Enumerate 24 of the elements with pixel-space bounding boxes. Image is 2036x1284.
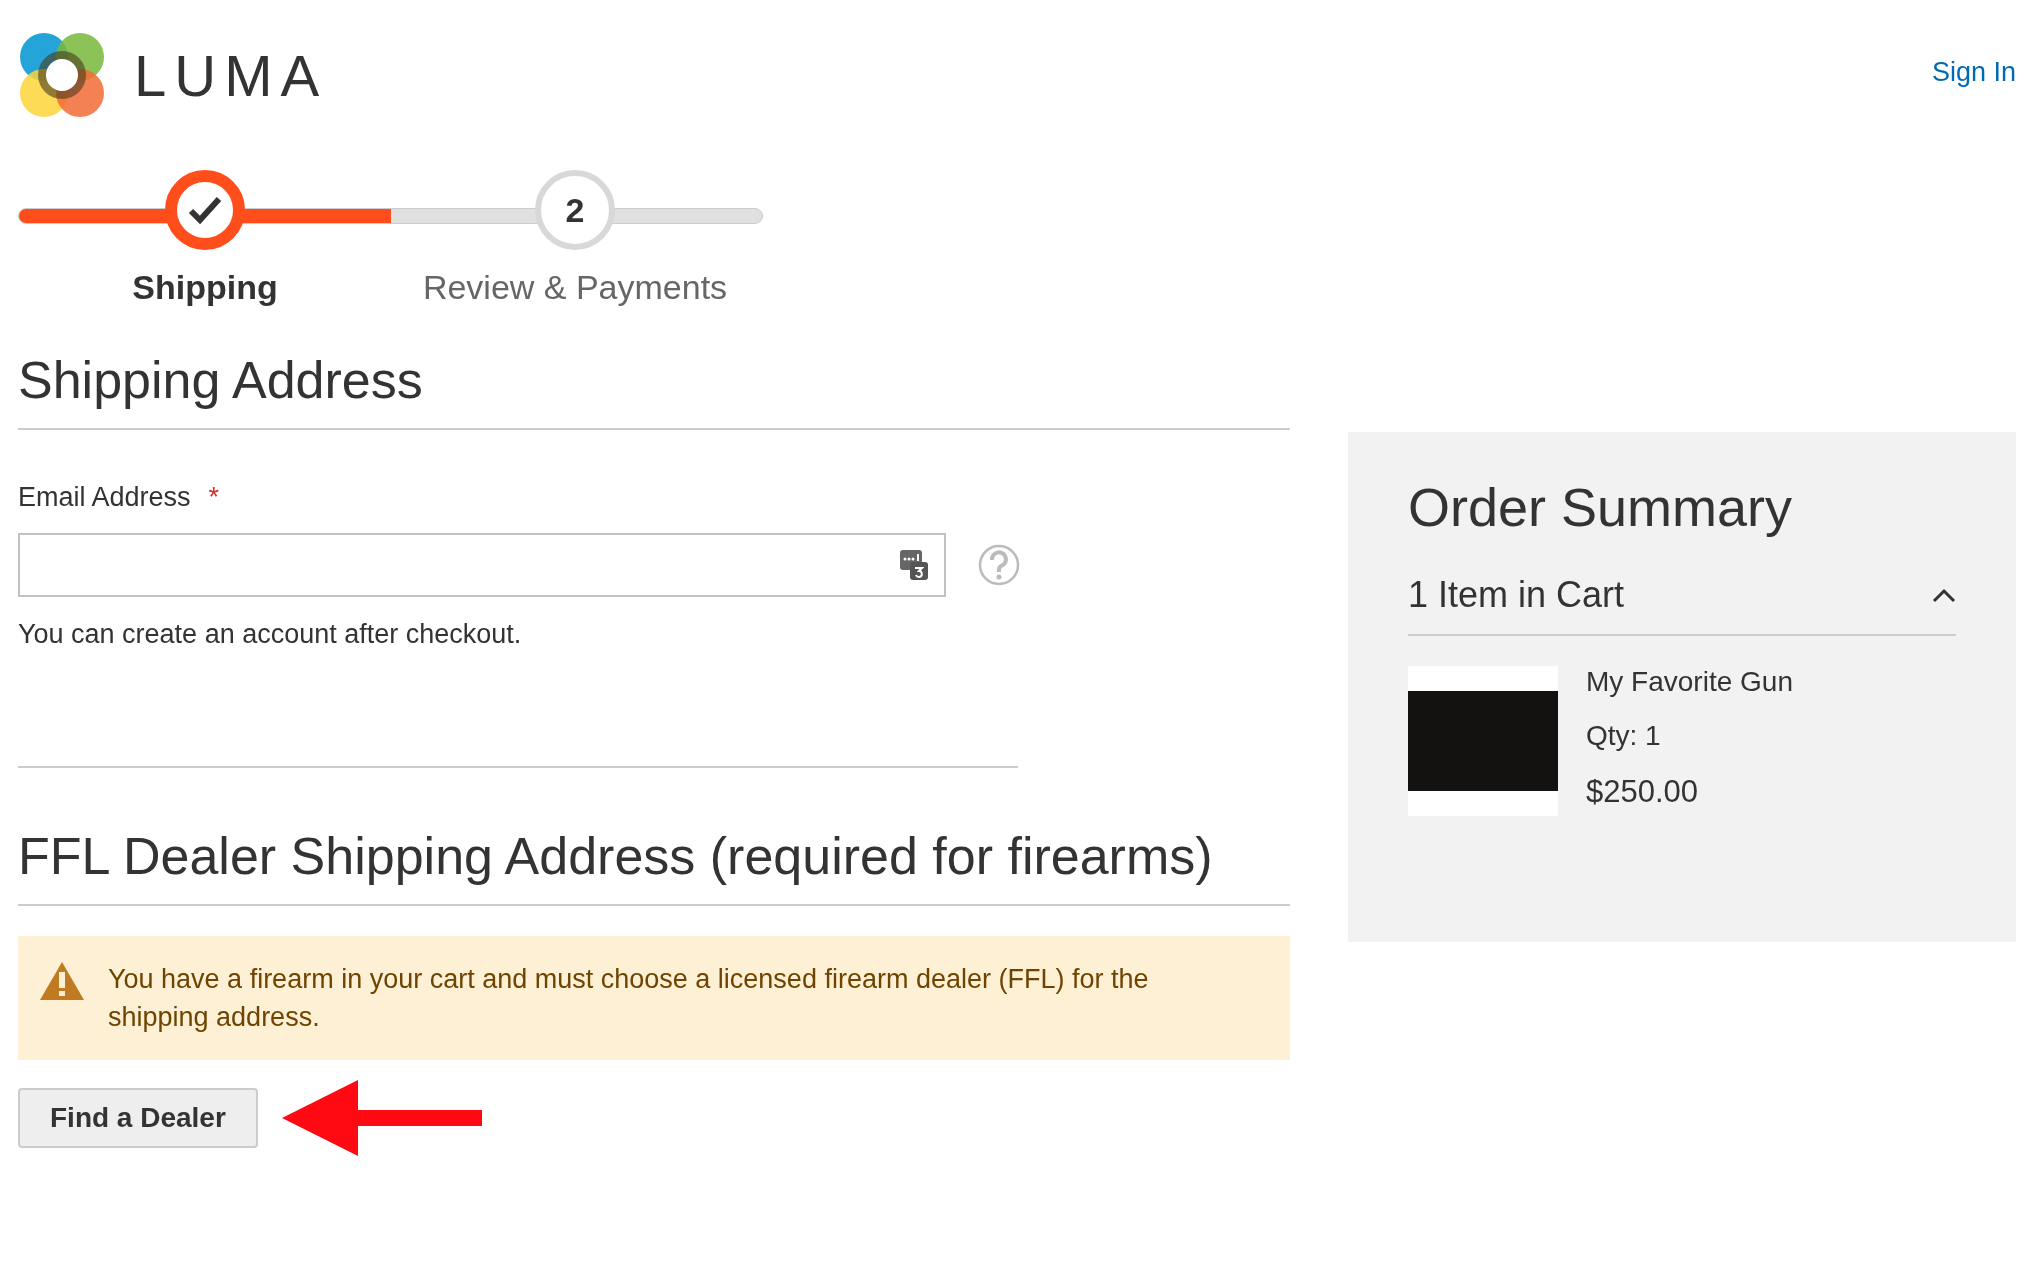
helper-text: You can create an account after checkout. [18, 619, 1018, 768]
product-qty: Qty: 1 [1586, 720, 1662, 752]
product-name: My Favorite Gun [1586, 666, 1793, 698]
email-input-field[interactable] [18, 533, 946, 597]
summary-title: Order Summary [1408, 476, 1794, 538]
password-manager-icon [900, 550, 928, 580]
caret-icon[interactable] [1932, 587, 1956, 603]
section-title: FFL Dealer Shipping Address (required for firearms) [18, 826, 1290, 906]
product-price: $250.00 [1586, 774, 1700, 810]
warning-icon [38, 960, 86, 1002]
step-number: 2 [565, 190, 585, 230]
help-icon[interactable] [978, 544, 1020, 586]
warning-text: You have a firearm in your cart and must choose a licensed firearm dealer (FFL) for the shipping address. [108, 964, 1149, 1032]
cart-count: 1 Item in Cart [1408, 574, 1625, 616]
required-mark: * [208, 482, 220, 513]
find-dealer-button[interactable]: Find a Dealer [18, 1088, 258, 1148]
section-title: Shipping Address [18, 350, 1290, 430]
check-icon [188, 195, 222, 225]
step-label: Shipping [132, 268, 278, 307]
logo-text: LUMA [134, 41, 328, 109]
step-label: Review & Payments [422, 268, 728, 307]
logo-icon [18, 31, 106, 119]
field-label: Email Address [18, 482, 191, 513]
sign-in-link[interactable]: Sign In [1931, 56, 2016, 88]
